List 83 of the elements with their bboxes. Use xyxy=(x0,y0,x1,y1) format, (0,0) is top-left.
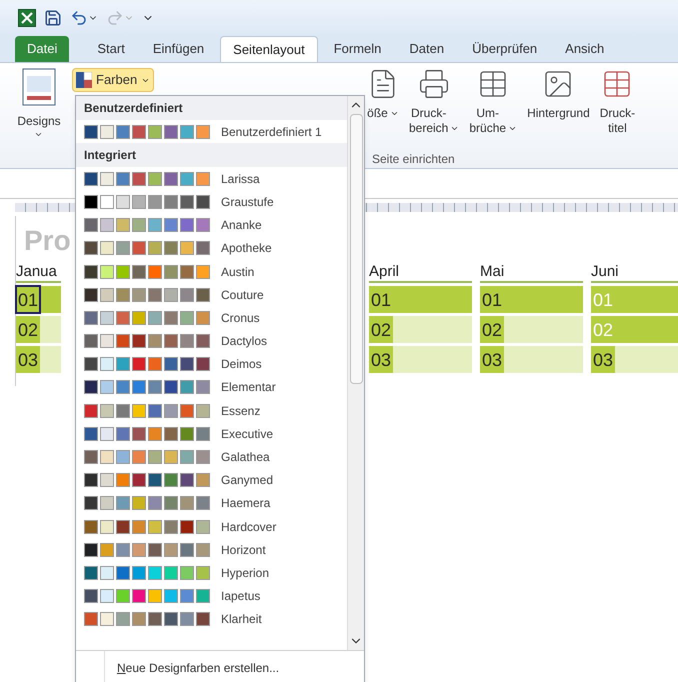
ribbon-button[interactable]: Druck- titel xyxy=(594,68,640,136)
ribbon-tab[interactable]: Formeln xyxy=(322,36,394,62)
theme-name: Benutzerdefiniert 1 xyxy=(221,124,322,141)
day-number[interactable]: 02 xyxy=(480,316,504,343)
color-theme-item[interactable]: Hardcover xyxy=(76,515,347,538)
theme-name: Executive xyxy=(221,426,274,443)
sheet-title: Pro xyxy=(24,224,71,258)
color-theme-item[interactable]: Ganymed xyxy=(76,468,347,492)
color-theme-item[interactable]: Apotheke xyxy=(76,236,347,260)
scroll-thumb[interactable] xyxy=(350,114,362,384)
theme-name: Ganymed xyxy=(221,472,274,490)
theme-name: Haemera xyxy=(221,495,270,512)
designs-button[interactable]: Designs xyxy=(17,68,61,139)
color-theme-item[interactable]: Elementar xyxy=(76,376,347,400)
theme-name: Apotheke xyxy=(221,240,272,258)
save-icon[interactable] xyxy=(44,9,62,27)
day-number[interactable]: 02 xyxy=(16,316,40,343)
theme-name: Deimos xyxy=(221,356,262,374)
color-theme-item[interactable]: Graustufe xyxy=(76,190,347,214)
month-header: Janua xyxy=(16,261,61,283)
month-header: April xyxy=(369,261,472,283)
color-theme-item[interactable]: Klarheit xyxy=(76,608,347,631)
color-theme-item[interactable]: Galathea xyxy=(76,445,347,469)
theme-name: Horizont xyxy=(221,542,266,559)
caret-icon xyxy=(34,130,44,139)
color-theme-item[interactable]: Hyperion xyxy=(76,561,347,585)
group-label: Seite einrichten xyxy=(372,151,455,168)
color-theme-item[interactable]: Ananke xyxy=(76,214,347,237)
ribbon-tab[interactable]: Einfügen xyxy=(140,36,216,62)
day-number[interactable]: 03 xyxy=(480,346,504,373)
ribbon-button[interactable]: öße xyxy=(362,68,404,121)
day-number[interactable]: 02 xyxy=(369,316,394,343)
theme-name: Hyperion xyxy=(221,564,270,582)
printer-icon xyxy=(418,68,450,100)
color-theme-item[interactable]: Horizont xyxy=(76,538,347,562)
theme-name: Essenz xyxy=(221,402,260,420)
color-theme-item[interactable]: Haemera xyxy=(76,492,347,515)
ribbon-button[interactable]: Druck- bereich xyxy=(404,68,464,136)
day-number[interactable]: 03 xyxy=(591,346,616,373)
ribbon-tab[interactable]: Überprüfen xyxy=(460,36,550,62)
theme-name: Galathea xyxy=(221,449,270,466)
section-header: Benutzerdefiniert xyxy=(76,96,347,120)
theme-name: Klarheit xyxy=(221,611,262,628)
color-theme-item[interactable]: Executive xyxy=(76,422,347,446)
color-theme-item[interactable]: Dactylos xyxy=(76,330,347,353)
color-theme-item[interactable]: Benutzerdefiniert 1 xyxy=(76,120,347,144)
theme-name: Hardcover xyxy=(221,518,276,536)
colors-button[interactable]: Farben xyxy=(72,68,154,92)
scrollbar[interactable] xyxy=(347,96,364,650)
file-tab[interactable]: Datei xyxy=(15,36,70,62)
day-number[interactable]: 03 xyxy=(369,346,394,373)
color-theme-item[interactable]: Essenz xyxy=(76,399,347,422)
color-theme-item[interactable]: Couture xyxy=(76,283,347,306)
theme-name: Dactylos xyxy=(221,333,268,350)
theme-name: Larissa xyxy=(221,170,260,188)
theme-name: Ananke xyxy=(221,217,262,234)
ribbon-tab[interactable]: Daten xyxy=(397,36,456,62)
color-theme-item[interactable]: Larissa xyxy=(76,167,347,190)
spreadsheet-logo-icon[interactable] xyxy=(18,9,36,27)
month-header: Mai xyxy=(480,261,583,283)
color-theme-item[interactable]: Deimos xyxy=(76,352,347,376)
theme-name: Cronus xyxy=(221,310,260,327)
month-header: Juni xyxy=(591,261,678,283)
ribbon-tab[interactable]: Start xyxy=(85,36,137,62)
day-number[interactable]: 03 xyxy=(16,346,40,373)
color-palette-icon xyxy=(76,72,92,88)
new-theme-colors-link[interactable]: Neue Designfarben erstellen... xyxy=(104,651,280,682)
theme-name: Elementar xyxy=(221,379,276,396)
ribbon-tab[interactable]: Ansich xyxy=(553,36,616,62)
theme-name: Graustufe xyxy=(221,194,274,211)
designs-icon xyxy=(22,68,56,106)
theme-name: Couture xyxy=(221,286,264,304)
ribbon-tab[interactable]: Seitenlayout xyxy=(220,36,318,62)
day-number[interactable]: 01 xyxy=(16,286,40,313)
ribbon-button[interactable]: Um- brüche xyxy=(464,68,522,136)
undo-icon[interactable] xyxy=(70,9,88,27)
color-theme-item[interactable]: Cronus xyxy=(76,306,347,330)
color-theme-item[interactable]: Austin xyxy=(76,260,347,284)
section-header: Integriert xyxy=(76,143,347,168)
theme-name: Austin xyxy=(221,264,254,281)
theme-name: Iapetus xyxy=(221,588,260,606)
ribbon-button[interactable]: Hintergrund xyxy=(522,68,595,121)
color-theme-item[interactable]: Iapetus xyxy=(76,584,347,608)
